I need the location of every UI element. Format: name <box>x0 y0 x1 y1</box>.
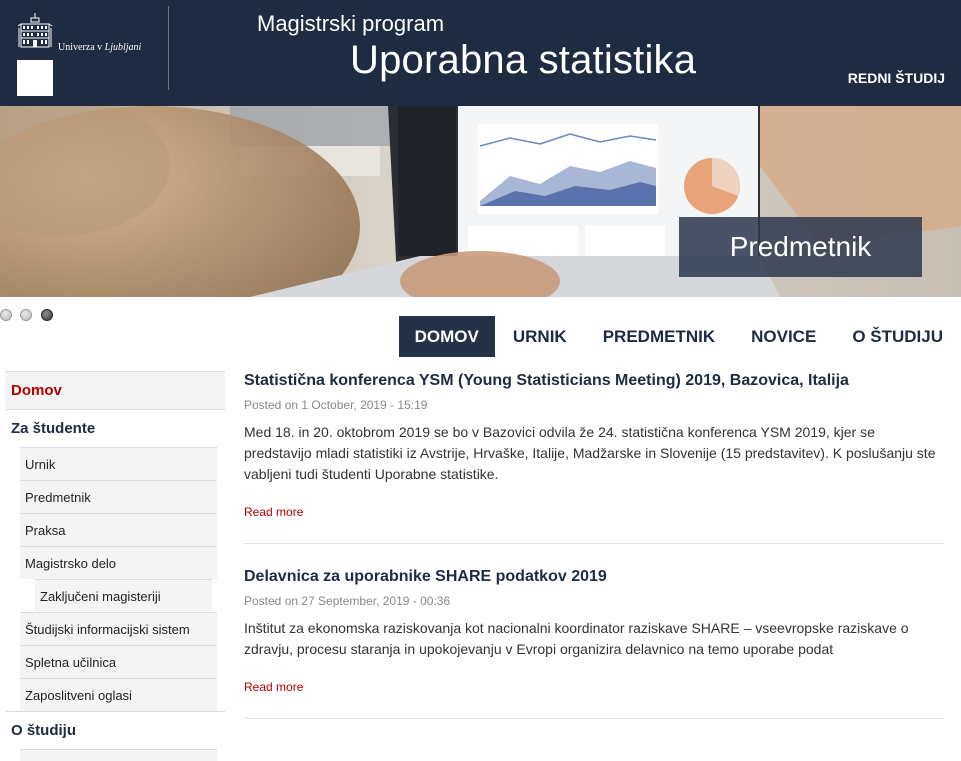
post-teaser: Inštitut za ekonomska raziskovanja kot n… <box>244 620 909 657</box>
slider-dot-3[interactable] <box>41 309 53 321</box>
post-teaser: Med 18. in 20. oktobrom 2019 se bo v Baz… <box>244 424 936 482</box>
nav-o-studiju[interactable]: O ŠTUDIJU <box>834 316 961 357</box>
nav-urnik[interactable]: URNIK <box>495 316 585 357</box>
sidebar-section-za-studente[interactable]: Za študente <box>5 409 225 447</box>
sidebar-item-urnik[interactable]: Urnik <box>20 447 217 480</box>
sidebar-item-zaposlitveni-oglasi[interactable]: Zaposlitveni oglasi <box>20 678 217 711</box>
nav-predmetnik[interactable]: PREDMETNIK <box>585 316 733 357</box>
university-name: Univerza v Ljubljani <box>58 42 142 53</box>
news-list: Statistična konferenca YSM (Young Statis… <box>244 370 944 741</box>
program-title[interactable]: Uporabna statistika <box>350 38 696 83</box>
read-more-link[interactable]: Read more <box>244 680 303 694</box>
sidebar-item-studijski-informacijski-sistem[interactable]: Študijski informacijski sistem <box>20 612 217 645</box>
sidebar-item-magistrsko-delo[interactable]: Magistrsko delo <box>20 546 217 579</box>
site-header: Univerza v Ljubljani Magistrski program … <box>0 0 961 106</box>
sidebar-item-domov[interactable]: Domov <box>5 371 225 409</box>
main-navigation: DOMOV URNIK PREDMETNIK NOVICE O ŠTUDIJU <box>398 316 961 357</box>
nav-novice[interactable]: NOVICE <box>733 316 834 357</box>
sidebar-item-zakljuceni-magisteriji[interactable]: Zaključeni magisteriji <box>35 579 212 612</box>
hero-banner: Predmetnik <box>0 106 961 297</box>
news-post: Statistična konferenca YSM (Young Statis… <box>244 370 944 544</box>
sidebar-menu: Domov Za študente Urnik Predmetnik Praks… <box>5 371 225 761</box>
nav-domov[interactable]: DOMOV <box>398 316 495 357</box>
sidebar-item-spletna-ucilnica[interactable]: Spletna učilnica <box>20 645 217 678</box>
sidebar-section-o-studiju[interactable]: O študiju <box>5 711 225 749</box>
university-logo[interactable] <box>17 12 53 96</box>
logo-white-block <box>17 60 53 96</box>
post-title[interactable]: Delavnica za uporabnike SHARE podatkov 2… <box>244 566 944 588</box>
slider-dot-2[interactable] <box>20 309 32 321</box>
university-building-icon <box>17 13 53 48</box>
program-label: Magistrski program <box>257 11 445 36</box>
news-post: Delavnica za uporabnike SHARE podatkov 2… <box>244 566 944 719</box>
header-divider <box>168 6 169 90</box>
post-date: Posted on 27 September, 2019 - 00:36 <box>244 594 451 608</box>
read-more-link[interactable]: Read more <box>244 505 303 519</box>
sidebar-item-praksa[interactable]: Praksa <box>20 513 217 546</box>
banner-caption-predmetnik[interactable]: Predmetnik <box>679 217 922 277</box>
post-title[interactable]: Statistična konferenca YSM (Young Statis… <box>244 370 944 392</box>
sidebar-item-predmetnik[interactable]: Predmetnik <box>20 480 217 513</box>
post-date: Posted on 1 October, 2019 - 15:19 <box>244 398 428 412</box>
slider-dot-1[interactable] <box>0 309 12 321</box>
study-mode-label[interactable]: REDNI ŠTUDIJ <box>848 70 945 86</box>
sidebar-item-cutoff[interactable] <box>20 749 217 761</box>
